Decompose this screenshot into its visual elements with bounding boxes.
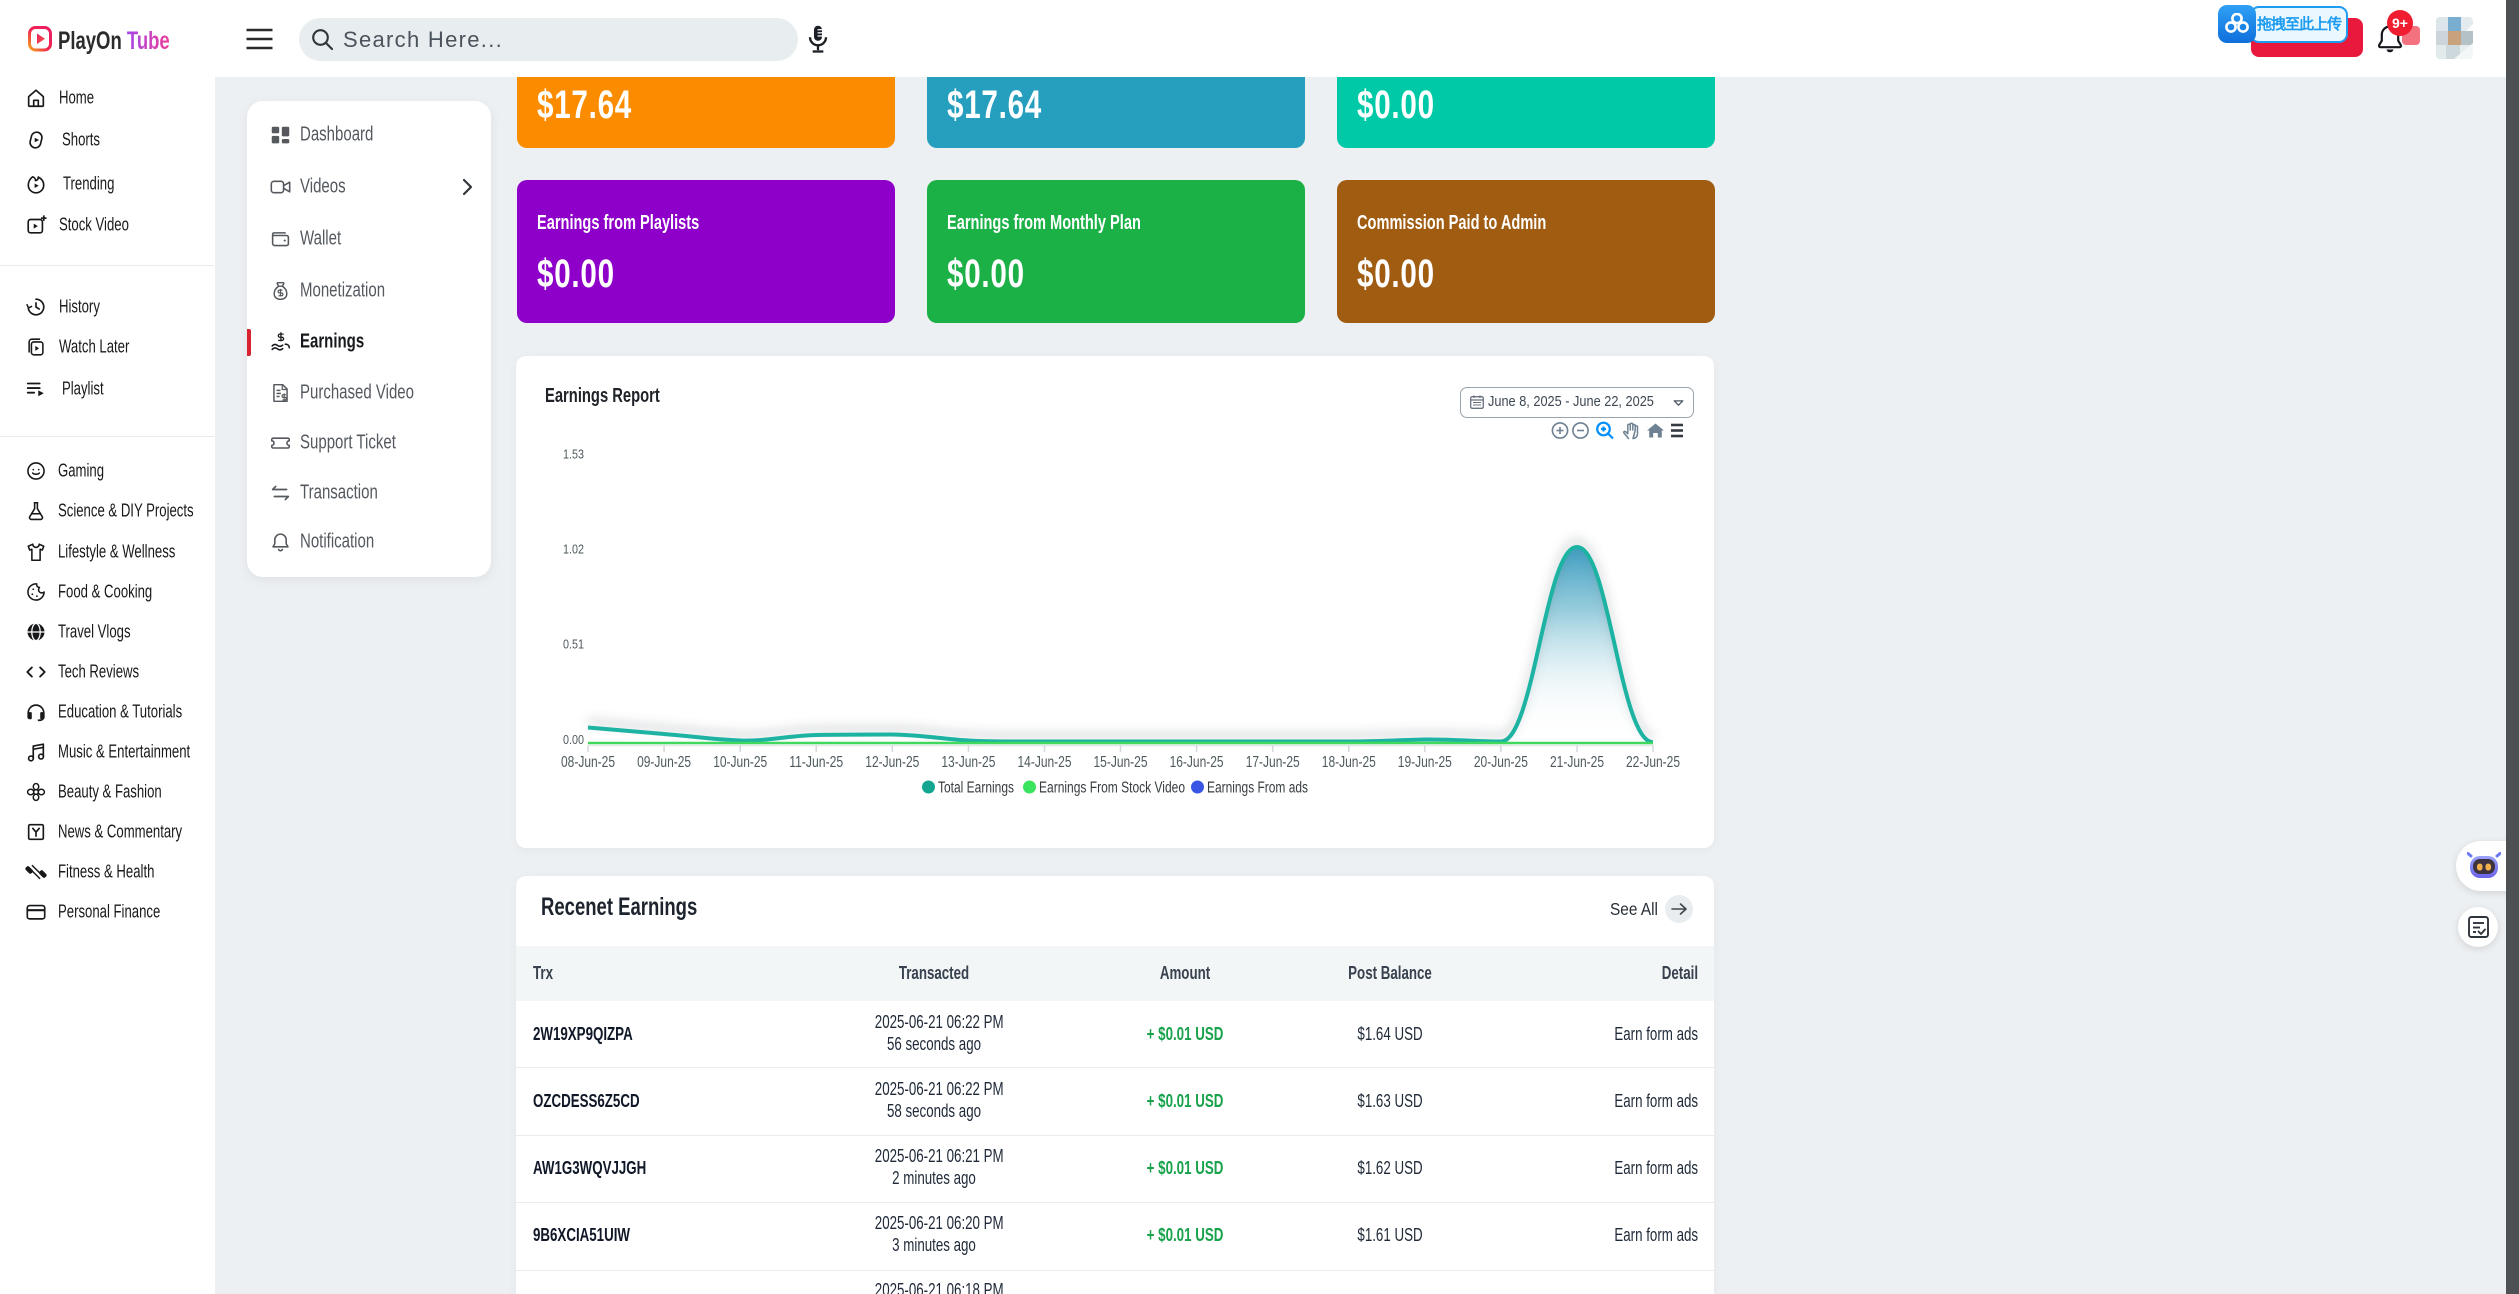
svg-text:12-Jun-25: 12-Jun-25 — [865, 754, 919, 771]
svg-text:14-Jun-25: 14-Jun-25 — [1018, 754, 1072, 771]
svg-text:15-Jun-25: 15-Jun-25 — [1094, 754, 1148, 771]
svg-text:10-Jun-25: 10-Jun-25 — [713, 754, 767, 771]
svg-text:Earnings From Stock Video: Earnings From Stock Video — [1039, 780, 1185, 797]
svg-text:1.53: 1.53 — [563, 447, 584, 462]
svg-text:0.00: 0.00 — [563, 732, 584, 747]
svg-text:0.51: 0.51 — [563, 637, 584, 652]
svg-text:08-Jun-25: 08-Jun-25 — [561, 754, 615, 771]
svg-text:20-Jun-25: 20-Jun-25 — [1474, 754, 1528, 771]
svg-text:13-Jun-25: 13-Jun-25 — [941, 754, 995, 771]
svg-text:21-Jun-25: 21-Jun-25 — [1550, 754, 1604, 771]
svg-text:18-Jun-25: 18-Jun-25 — [1322, 754, 1376, 771]
svg-text:16-Jun-25: 16-Jun-25 — [1170, 754, 1224, 771]
svg-text:Earnings From ads: Earnings From ads — [1207, 780, 1308, 797]
svg-text:19-Jun-25: 19-Jun-25 — [1398, 754, 1452, 771]
svg-text:09-Jun-25: 09-Jun-25 — [637, 754, 691, 771]
svg-text:1.02: 1.02 — [563, 542, 584, 557]
svg-text:22-Jun-25: 22-Jun-25 — [1626, 754, 1680, 771]
svg-text:11-Jun-25: 11-Jun-25 — [789, 754, 843, 771]
svg-text:17-Jun-25: 17-Jun-25 — [1246, 754, 1300, 771]
svg-text:Total Earnings: Total Earnings — [938, 780, 1014, 797]
